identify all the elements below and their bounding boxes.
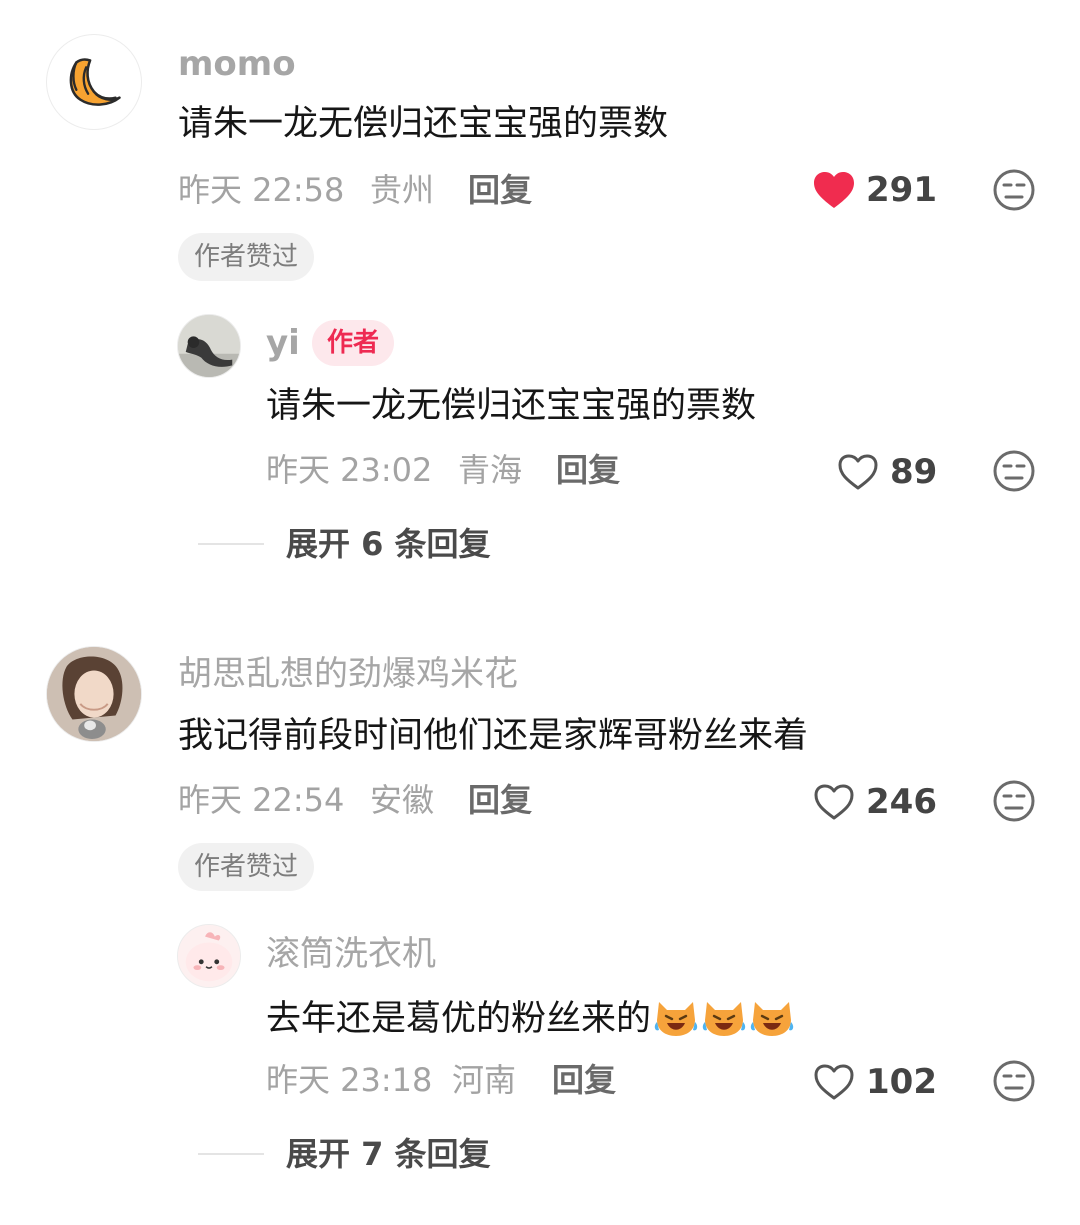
laughing-cat-emoji xyxy=(702,1002,746,1036)
like-button[interactable]: 89 xyxy=(836,452,937,492)
dislike-face-icon[interactable] xyxy=(992,168,1036,212)
comment-time: 昨天 22:54 xyxy=(178,781,345,819)
comment-text-body: 去年还是葛优的粉丝来的 xyxy=(266,999,652,1039)
like-count: 246 xyxy=(866,782,937,822)
comment-text[interactable]: 去年还是葛优的粉丝来的 xyxy=(266,994,795,1041)
expand-divider xyxy=(198,1153,264,1155)
username[interactable]: 胡思乱想的劲爆鸡米花 xyxy=(178,654,518,694)
comment-time: 昨天 23:02 xyxy=(266,451,433,489)
avatar-photo xyxy=(47,647,141,741)
avatar-photo xyxy=(178,315,240,377)
author-liked-badge: 作者赞过 xyxy=(178,233,315,281)
username[interactable]: yi xyxy=(266,323,300,363)
heart-outline-icon xyxy=(838,454,878,490)
dislike-face-icon[interactable] xyxy=(992,1059,1036,1103)
reply-button[interactable]: 回复 xyxy=(556,450,620,490)
reply-button[interactable]: 回复 xyxy=(468,780,532,820)
comment-location: 安徽 xyxy=(370,781,435,819)
comment-time: 昨天 22:58 xyxy=(178,171,345,209)
avatar[interactable] xyxy=(46,34,142,130)
avatar[interactable] xyxy=(177,314,241,378)
heart-filled-icon xyxy=(814,172,854,208)
expand-replies-button[interactable]: 展开 6 条回复 xyxy=(286,524,491,564)
comment-location: 河南 xyxy=(452,1061,517,1099)
heart-outline-icon xyxy=(814,784,854,820)
like-button[interactable]: 102 xyxy=(812,1062,937,1102)
like-button[interactable]: 291 xyxy=(812,170,937,210)
dislike-face-icon[interactable] xyxy=(992,449,1036,493)
username[interactable]: momo xyxy=(178,44,296,84)
laughing-cat-emoji xyxy=(654,1002,698,1036)
like-count: 291 xyxy=(866,170,937,210)
author-liked-badge: 作者赞过 xyxy=(178,843,315,891)
comment-text[interactable]: 请朱一龙无偿归还宝宝强的票数 xyxy=(266,384,756,428)
avatar-photo xyxy=(178,925,240,987)
heart-outline-icon xyxy=(814,1064,854,1100)
expand-replies-button[interactable]: 展开 7 条回复 xyxy=(286,1134,491,1174)
comment-text[interactable]: 我记得前段时间他们还是家辉哥粉丝来着 xyxy=(178,714,808,758)
laughing-cat-emoji xyxy=(750,1002,794,1036)
reply-button[interactable]: 回复 xyxy=(552,1060,616,1100)
comment-time: 昨天 23:18 xyxy=(266,1061,433,1099)
like-button[interactable]: 246 xyxy=(812,782,937,822)
comment-location: 贵州 xyxy=(370,171,435,209)
author-tag: 作者 xyxy=(312,320,395,366)
dislike-face-icon[interactable] xyxy=(992,779,1036,823)
croissant-icon xyxy=(69,58,121,106)
avatar[interactable] xyxy=(46,646,142,742)
comment-location: 青海 xyxy=(458,451,523,489)
like-count: 89 xyxy=(890,452,938,492)
expand-divider xyxy=(198,543,264,545)
reply-button[interactable]: 回复 xyxy=(468,170,532,210)
avatar[interactable] xyxy=(177,924,241,988)
like-count: 102 xyxy=(866,1062,937,1102)
username[interactable]: 滚筒洗衣机 xyxy=(266,934,436,974)
comment-text[interactable]: 请朱一龙无偿归还宝宝强的票数 xyxy=(178,102,668,146)
